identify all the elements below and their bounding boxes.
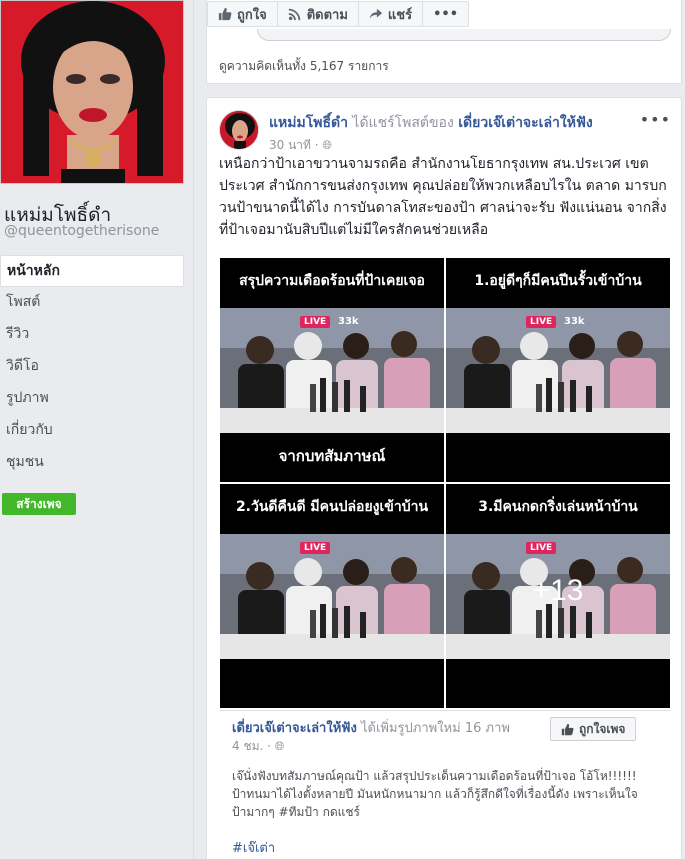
photo-tile[interactable]: สรุปความเดือดร้อนที่ป้าเคยเจอ LIVE 33k จ… <box>220 258 444 482</box>
view-comments-link[interactable]: ดูความคิดเห็นทั้ง 5,167 รายการ <box>219 57 389 76</box>
nav-item-about[interactable]: เกี่ยวกับ <box>0 415 184 447</box>
post-text: เหนือกว่าป้าเอาขวานจามรถคือ สำนักงานโยธา… <box>219 156 667 238</box>
view-count: 33k <box>564 316 585 327</box>
view-count: 33k <box>338 316 359 327</box>
share-button[interactable]: แชร์ <box>357 1 424 27</box>
photo-tile[interactable]: 1.อยู่ดีๆก็มีคนปีนรั้วเข้าบ้าน LIVE 33k <box>446 258 670 482</box>
thumbs-up-icon <box>561 723 574 735</box>
live-badge: LIVE <box>300 316 331 328</box>
hashtag-link[interactable]: #เจ๊เต่า <box>232 837 275 858</box>
timestamp-text: 30 นาที · <box>269 138 319 152</box>
post-options-button[interactable]: ••• <box>640 110 671 129</box>
original-verb: ได้เพิ่มรูปภาพใหม่ 16 ภาพ <box>360 721 510 736</box>
like-button[interactable]: ถูกใจ <box>207 1 278 27</box>
author-avatar[interactable] <box>219 110 259 150</box>
original-page-link[interactable]: เดี่ยวเจ๊เต่าจะเล่าให้ฟัง <box>232 721 357 736</box>
press-conference-photo <box>220 534 444 659</box>
original-post-header: เดี่ยวเจ๊เต่าจะเล่าให้ฟัง ได้เพิ่มรูปภาพ… <box>232 717 510 738</box>
like-label: ถูกใจ <box>237 7 267 23</box>
more-options-button[interactable]: ••• <box>422 1 470 27</box>
thumbs-up-icon <box>218 7 232 21</box>
post-header: แหม่มโพธิ์ดำ ได้แชร์โพสต์ของ เดี่ยวเจ๊เต… <box>269 112 593 134</box>
original-timestamp[interactable]: 4 ชม. · 🌐︎ <box>232 737 284 756</box>
nav-item-reviews[interactable]: รีวิว <box>0 319 184 351</box>
press-conference-photo <box>220 308 444 433</box>
original-time-text: 4 ชม. · <box>232 739 271 753</box>
share-label: แชร์ <box>387 7 413 23</box>
tile-title: 3.มีคนกดกริ่งเล่นหน้าบ้าน <box>478 499 638 515</box>
left-sidebar: แหม่มโพธิ์ดำ @queentogetherisone หน้าหลั… <box>0 0 194 859</box>
nav-item-community[interactable]: ชุมชน <box>0 447 184 479</box>
nav-item-photos[interactable]: รูปภาพ <box>0 383 184 415</box>
page-handle: @queentogetherisone <box>4 223 160 239</box>
tile-title: 2.วันดีคืนดี มีคนปล่อยงูเข้าบ้าน <box>235 499 429 515</box>
profile-picture[interactable] <box>0 0 184 184</box>
nav-item-home[interactable]: หน้าหลัก <box>0 255 184 287</box>
original-post-attachment: เดี่ยวเจ๊เต่าจะเล่าให้ฟัง ได้เพิ่มรูปภาพ… <box>220 710 670 859</box>
comment-input[interactable] <box>257 29 671 41</box>
create-page-button[interactable]: สร้างเพจ <box>2 493 76 515</box>
nav-item-videos[interactable]: วิดีโอ <box>0 351 184 383</box>
previous-post-footer: ถูกใจ ติดตาม แชร์ ••• ดูความคิดเห็นทั้ง … <box>206 0 682 84</box>
tile-title: สรุปความเดือดร้อนที่ป้าเคยเจอ <box>239 273 425 289</box>
follow-label: ติดตาม <box>306 7 348 23</box>
author-name[interactable]: แหม่มโพธิ์ดำ <box>269 115 348 131</box>
photo-tile-more[interactable]: 3.มีคนกดกริ่งเล่นหน้าบ้าน LIVE +13 <box>446 484 670 708</box>
post-actions: ถูกใจ ติดตาม แชร์ ••• <box>207 1 470 27</box>
source-page-link[interactable]: เดี่ยวเจ๊เต่าจะเล่าให้ฟัง <box>458 115 592 131</box>
share-arrow-icon <box>369 8 383 20</box>
photo-tile[interactable]: 2.วันดีคืนดี มีคนปล่อยงูเข้าบ้าน LIVE <box>220 484 444 708</box>
shared-verb: ได้แชร์โพสต์ของ <box>352 115 454 131</box>
tile-caption: จากบทสัมภาษณ์ <box>278 447 386 465</box>
globe-icon: 🌐︎ <box>322 138 333 152</box>
more-photos-count: +13 <box>532 574 584 607</box>
globe-icon: 🌐︎ <box>274 739 285 753</box>
press-conference-photo <box>446 308 670 433</box>
tile-title: 1.อยู่ดีๆก็มีคนปีนรั้วเข้าบ้าน <box>474 273 642 289</box>
live-badge: LIVE <box>300 542 331 554</box>
rss-icon <box>288 8 300 21</box>
live-badge: LIVE <box>526 542 557 554</box>
live-badge: LIVE <box>526 316 557 328</box>
like-page-button[interactable]: ถูกใจเพจ <box>550 717 637 741</box>
original-post-text: เจ๊นั่งฟังบทสัมภาษณ์คุณป้า แล้วสรุปประเด… <box>232 769 638 819</box>
shared-post-card: แหม่มโพธิ์ดำ ได้แชร์โพสต์ของ เดี่ยวเจ๊เต… <box>206 97 682 859</box>
page-nav: หน้าหลัก โพสต์ รีวิว วิดีโอ รูปภาพ เกี่ย… <box>0 255 184 479</box>
photo-grid: สรุปความเดือดร้อนที่ป้าเคยเจอ LIVE 33k จ… <box>220 258 670 708</box>
nav-item-posts[interactable]: โพสต์ <box>0 287 184 319</box>
follow-button[interactable]: ติดตาม <box>276 1 359 27</box>
like-page-label: ถูกใจเพจ <box>579 721 626 736</box>
